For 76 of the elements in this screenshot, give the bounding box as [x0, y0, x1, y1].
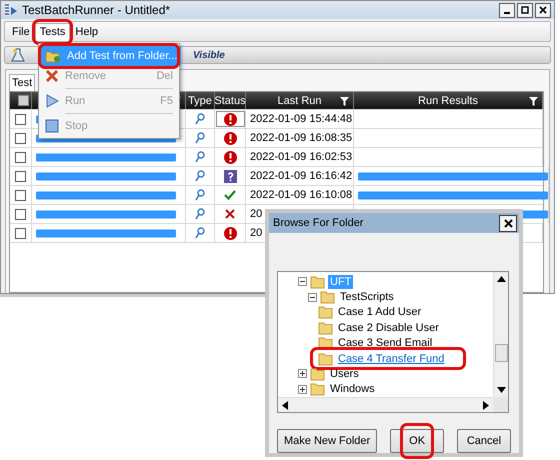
- script-icon: [195, 170, 205, 182]
- maximize-icon[interactable]: [517, 2, 533, 18]
- row-checkbox[interactable]: [15, 190, 26, 200]
- script-icon: [195, 208, 205, 220]
- row-checkbox[interactable]: [15, 114, 26, 124]
- last-run-cell: 2022-01-09 16:02:53: [246, 148, 354, 166]
- dialog-button[interactable]: Make New Folder: [277, 429, 378, 453]
- column-header[interactable]: Last Run: [246, 92, 354, 109]
- last-run-cell: 2022-01-09 16:10:08: [246, 186, 354, 204]
- menu-item[interactable]: Help: [70, 22, 104, 40]
- folder-add-icon: [45, 49, 61, 63]
- row-checkbox[interactable]: [15, 208, 26, 220]
- folder-icon: [318, 305, 333, 320]
- error-icon: [224, 150, 236, 164]
- script-icon: [195, 132, 205, 144]
- folder-tree-item[interactable]: Case 2 Disable User: [336, 320, 441, 335]
- last-run-cell: 2022-01-09 16:08:35: [246, 129, 354, 147]
- folder-icon: [310, 366, 325, 381]
- scroll-thumb[interactable]: [494, 344, 508, 362]
- collapse-icon[interactable]: [308, 292, 317, 302]
- folder-icon: [318, 352, 333, 366]
- folder-icon: [310, 274, 325, 289]
- row-checkbox[interactable]: [15, 228, 26, 238]
- scrollbar-corner: [493, 397, 508, 412]
- expand-icon[interactable]: [298, 384, 307, 394]
- error-icon: [224, 226, 236, 240]
- play-icon: [45, 94, 59, 108]
- folder-tree-item[interactable]: Case 3 Send Email: [336, 336, 434, 350]
- unknown-status-icon: [224, 170, 236, 182]
- folder-tree-item[interactable]: Windows: [328, 382, 377, 396]
- folder-tree-item[interactable]: Users: [328, 366, 361, 381]
- collapse-icon[interactable]: [298, 277, 307, 286]
- tab[interactable]: Test: [9, 74, 36, 91]
- window-title: TestBatchRunner - Untitled*: [22, 3, 172, 17]
- menu-item[interactable]: File: [7, 22, 35, 40]
- dialog-button[interactable]: Cancel: [456, 429, 511, 453]
- row-checkbox[interactable]: [15, 152, 26, 162]
- menu-item[interactable]: Tests: [34, 22, 70, 40]
- minimize-icon[interactable]: [499, 2, 515, 18]
- stop-icon: [45, 119, 59, 133]
- last-run-cell: 2022-01-09 15:44:48: [246, 110, 354, 128]
- toolbar-label: Visible: [193, 50, 225, 60]
- scrollbar[interactable]: [493, 272, 508, 397]
- close-icon[interactable]: [499, 214, 517, 232]
- last-run-cell: 2022-01-09 16:16:42: [246, 167, 354, 185]
- cross-icon: [45, 69, 59, 83]
- column-header[interactable]: Type: [186, 92, 215, 109]
- script-icon: [195, 189, 205, 201]
- scrollbar[interactable]: [278, 397, 493, 412]
- folder-icon: [318, 320, 333, 335]
- select-all-checkbox[interactable]: [18, 95, 28, 106]
- folder-icon: [320, 290, 335, 304]
- script-icon: [195, 151, 205, 163]
- error-icon: [224, 112, 236, 126]
- error-icon: [224, 132, 236, 144]
- row-checkbox[interactable]: [15, 132, 26, 144]
- expand-icon[interactable]: [298, 369, 307, 378]
- filter-icon[interactable]: [340, 97, 349, 106]
- app-icon: [4, 4, 18, 16]
- script-icon: [195, 227, 205, 239]
- folder-tree-item[interactable]: Case 4 Transfer Fund: [336, 352, 446, 366]
- flask-icon[interactable]: [11, 48, 25, 62]
- cross-icon: [225, 209, 235, 219]
- folder-tree-item[interactable]: TestScripts: [338, 290, 396, 304]
- column-header[interactable]: Status: [215, 92, 246, 109]
- checkmark-icon: [224, 190, 236, 200]
- column-header[interactable]: Run Results: [354, 92, 543, 109]
- scroll-down-icon[interactable]: [496, 385, 506, 394]
- filter-icon[interactable]: [529, 97, 538, 106]
- scroll-left-icon[interactable]: [281, 400, 290, 410]
- scroll-right-icon[interactable]: [481, 400, 490, 410]
- folder-tree-item[interactable]: Case 1 Add User: [336, 305, 424, 320]
- scroll-up-icon[interactable]: [496, 275, 506, 284]
- row-checkbox[interactable]: [15, 170, 26, 182]
- script-icon: [195, 113, 205, 125]
- close-icon[interactable]: [535, 2, 551, 18]
